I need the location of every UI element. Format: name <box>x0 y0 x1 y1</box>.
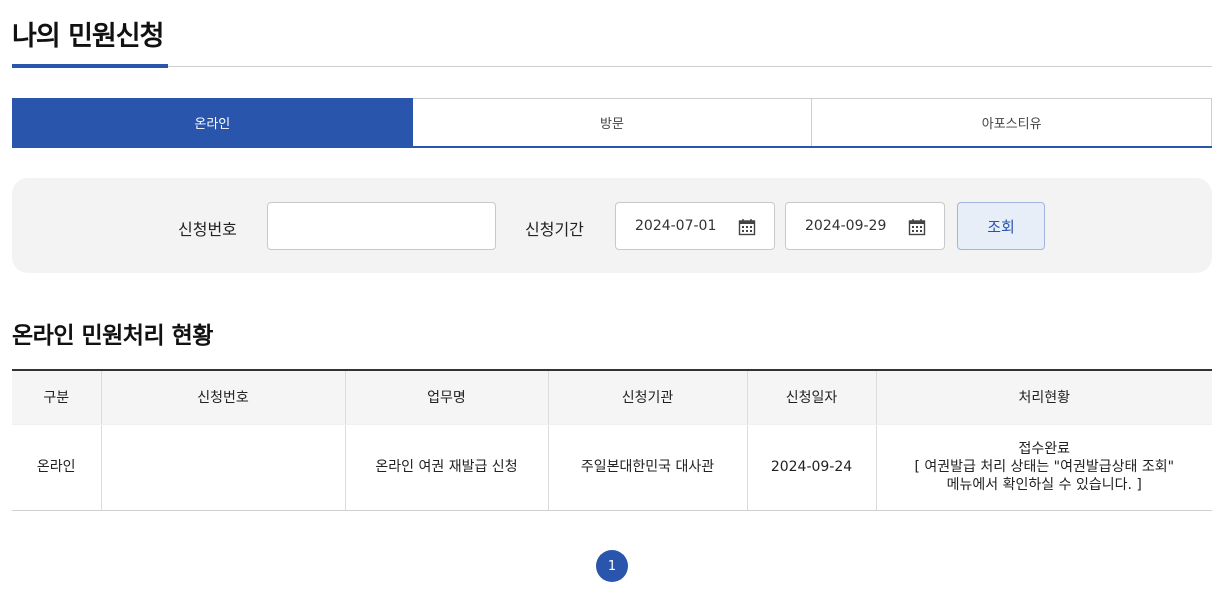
header-type: 구분 <box>12 370 102 425</box>
header-date: 신청일자 <box>747 370 877 425</box>
table-header-row: 구분 신청번호 업무명 신청기관 신청일자 처리현황 <box>12 370 1212 425</box>
calendar-icon[interactable] <box>908 218 926 236</box>
calendar-icon[interactable] <box>738 218 756 236</box>
header-agency: 신청기관 <box>548 370 748 425</box>
date-from-field[interactable]: 2024-07-01 <box>615 202 775 250</box>
result-table: 구분 신청번호 업무명 신청기관 신청일자 처리현황 온라인 온라인 여권 재발… <box>12 369 1212 511</box>
title-underline <box>12 64 168 68</box>
status-text: 접수완료 <box>1018 441 1071 457</box>
page-title: 나의 민원신청 <box>12 21 164 52</box>
page-button-1[interactable]: 1 <box>596 550 628 582</box>
search-button[interactable]: 조회 <box>957 202 1045 250</box>
section-title: 온라인 민원처리 현황 <box>12 323 213 349</box>
tab-apostille[interactable]: 아포스티유 <box>812 98 1213 146</box>
application-number-input[interactable] <box>267 202 496 250</box>
cell-agency: 주일본대한민국 대사관 <box>548 424 748 511</box>
cell-number <box>101 424 346 511</box>
application-period-label: 신청기간 <box>525 220 584 239</box>
header-number: 신청번호 <box>101 370 346 425</box>
pagination: 1 <box>596 550 628 582</box>
tab-visit[interactable]: 방문 <box>412 98 813 146</box>
date-to-field[interactable]: 2024-09-29 <box>785 202 945 250</box>
cell-status: 접수완료 [ 여권발급 처리 상태는 "여권발급상태 조회" 메뉴에서 확인하실… <box>876 424 1212 511</box>
status-note-line2: 메뉴에서 확인하실 수 있습니다. ] <box>946 477 1142 493</box>
header-service: 업무명 <box>345 370 549 425</box>
tab-online[interactable]: 온라인 <box>12 98 413 146</box>
table-row: 온라인 온라인 여권 재발급 신청 주일본대한민국 대사관 2024-09-24… <box>12 424 1212 511</box>
date-to-value: 2024-09-29 <box>805 218 887 234</box>
cell-service: 온라인 여권 재발급 신청 <box>345 424 549 511</box>
header-status: 처리현황 <box>876 370 1212 425</box>
tab-bar: 온라인 방문 아포스티유 <box>12 98 1213 148</box>
search-panel: 신청번호 신청기간 2024-07-01 2024-09-29 조회 <box>12 178 1212 273</box>
date-from-value: 2024-07-01 <box>635 218 717 234</box>
status-note-line1: [ 여권발급 처리 상태는 "여권발급상태 조회" <box>914 459 1175 475</box>
application-number-label: 신청번호 <box>178 220 237 239</box>
title-divider <box>12 66 1212 67</box>
cell-date: 2024-09-24 <box>747 424 877 511</box>
cell-type: 온라인 <box>12 424 102 511</box>
